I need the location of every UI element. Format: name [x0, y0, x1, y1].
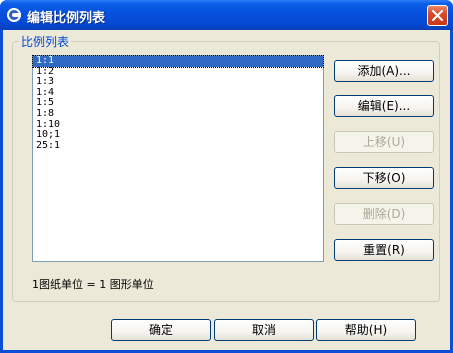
list-item[interactable]: 25:1 — [33, 140, 323, 152]
dialog-window: 编辑比例列表 比例列表 1:1 1:2 1:3 1:4 1:5 1:8 1:10 10;1 25… — [0, 0, 453, 353]
scale-listbox[interactable]: 1:1 1:2 1:3 1:4 1:5 1:8 1:10 10;1 25:1 — [32, 55, 324, 262]
move-up-button[interactable]: 上移(U) — [334, 131, 434, 153]
list-item[interactable]: 1:8 — [33, 108, 323, 120]
dialog-body: 比例列表 1:1 1:2 1:3 1:4 1:5 1:8 1:10 10;1 25:1 添加(A… — [3, 30, 450, 350]
list-item[interactable]: 10;1 — [33, 130, 323, 141]
edit-button[interactable]: 编辑(E)... — [334, 95, 434, 117]
list-item[interactable]: 1:10 — [33, 119, 323, 131]
ok-button[interactable]: 确定 — [111, 319, 211, 341]
list-item[interactable]: 1:4 — [33, 87, 323, 99]
units-label: 1图纸单位 = 1 图形单位 — [32, 278, 154, 291]
list-item[interactable]: 1:3 — [33, 77, 323, 88]
list-item[interactable]: 1:2 — [33, 66, 323, 78]
delete-button[interactable]: 删除(D) — [334, 203, 434, 225]
close-button[interactable] — [427, 5, 448, 26]
cancel-button[interactable]: 取消 — [214, 319, 314, 341]
move-down-button[interactable]: 下移(O) — [334, 167, 434, 189]
help-button[interactable]: 帮助(H) — [316, 319, 416, 341]
list-item[interactable]: 1:5 — [33, 98, 323, 109]
close-icon — [432, 10, 443, 21]
list-item[interactable]: 1:1 — [32, 55, 324, 68]
title-bar[interactable]: 编辑比例列表 — [0, 0, 453, 30]
reset-button[interactable]: 重置(R) — [334, 239, 434, 261]
app-icon — [6, 7, 22, 23]
add-button[interactable]: 添加(A)... — [334, 60, 434, 82]
group-label: 比例列表 — [19, 33, 72, 50]
window-title: 编辑比例列表 — [27, 11, 106, 26]
